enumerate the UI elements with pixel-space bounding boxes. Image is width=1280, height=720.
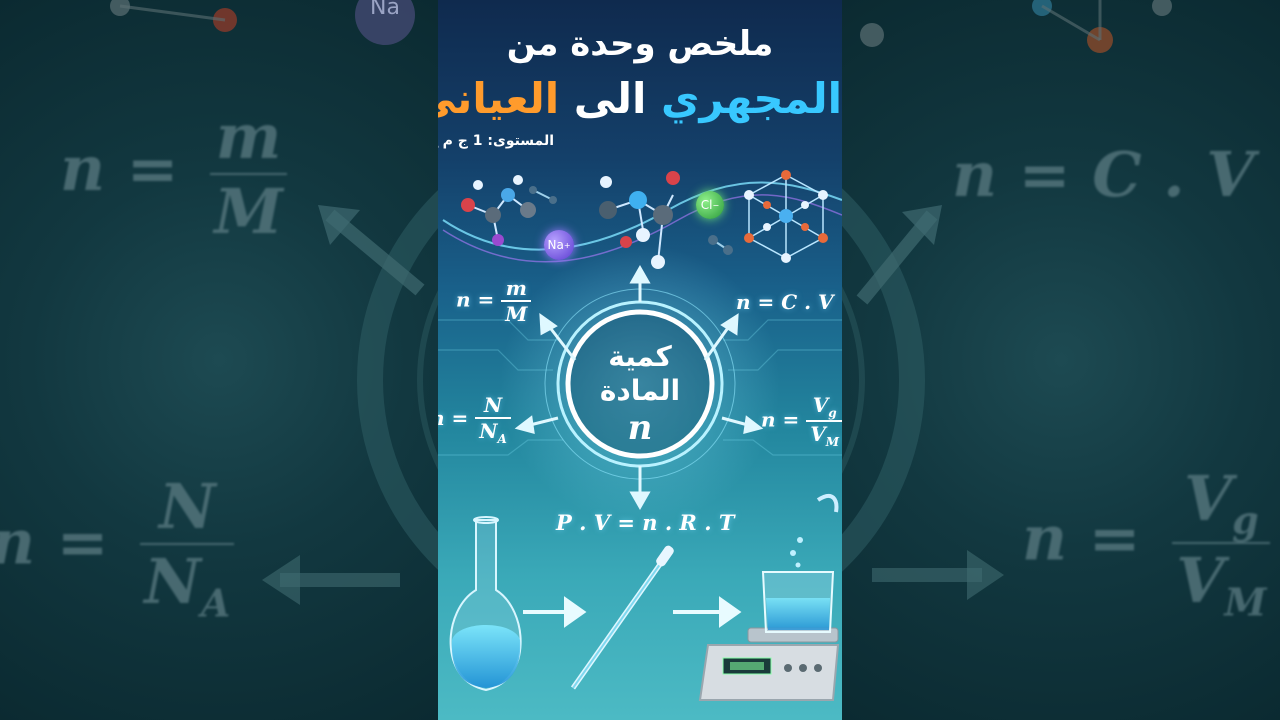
formula-mass: n = mM — [456, 276, 532, 326]
balance — [698, 627, 840, 701]
title-word-to: الى — [573, 74, 647, 123]
formula-particles: n = NNA — [438, 393, 511, 446]
center-label-line-1: كمية — [608, 340, 672, 373]
beaker — [761, 493, 839, 633]
formula-concentration: n = C . V — [736, 290, 834, 314]
center-label: كمية المادة — [568, 340, 712, 408]
left-blurred-background: Na n = mM n = N NA — [0, 0, 438, 720]
blurred-formula-gas-volume: n = Vg VM — [1022, 462, 1271, 625]
center-symbol: n — [627, 408, 653, 448]
title-line-1: ملخص وحدة من — [506, 24, 774, 64]
center-label-line-2: المادة — [599, 374, 681, 407]
blurred-formula-concentration: n = C . V — [952, 138, 1255, 211]
title-word-macroscopic: العياني — [438, 74, 560, 123]
blurred-formula-mass: n = mM — [60, 100, 287, 248]
thumbnail-panel: Na+ Cl− ملخص وحدة من المجهري الى العياني… — [438, 0, 842, 720]
sodium-ion: Na + — [544, 230, 574, 260]
formula-ideal-gas: P . V = n . R . T — [556, 510, 735, 535]
formula-gas-volume: n = Vg VM — [761, 393, 842, 449]
title-word-microscopic: المجهري — [661, 74, 842, 123]
blurred-formula-particles: n = N NA — [0, 470, 235, 625]
pipette — [570, 545, 674, 690]
right-blurred-background: n = C . V n = Vg VM — [842, 0, 1280, 720]
chloride-ion: Cl − — [696, 191, 724, 219]
title-line-2: المجهري الى العياني — [438, 74, 842, 123]
level-label: المستوى: 1 ج م ع — [438, 133, 554, 149]
flask — [449, 516, 522, 692]
